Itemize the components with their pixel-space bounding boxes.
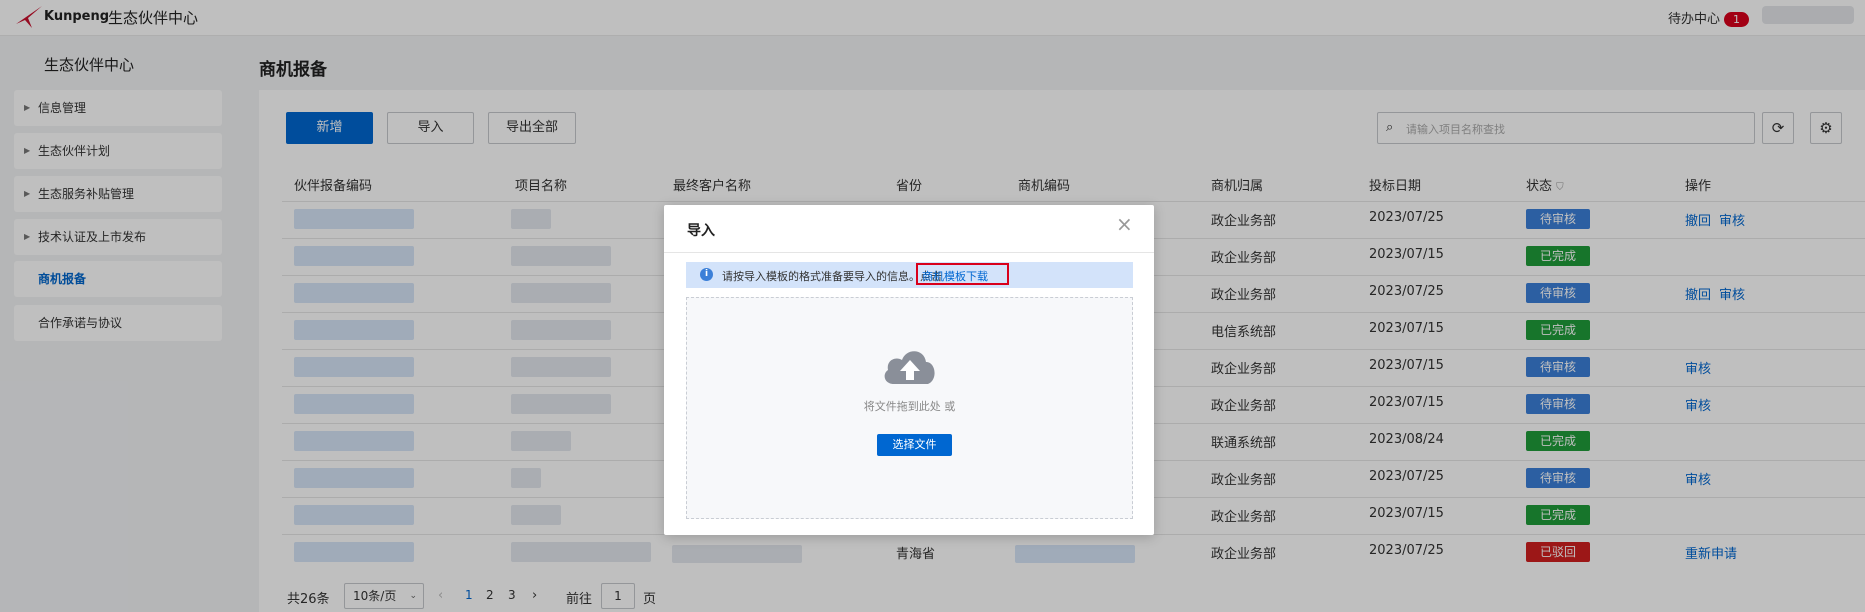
choose-file-button[interactable]: 选择文件 (877, 434, 952, 456)
tip-text: 请按导入模板的格式准备要导入的信息。点击 (722, 270, 942, 283)
cloud-upload-icon (884, 351, 935, 384)
info-icon: i (700, 268, 713, 281)
divider (664, 252, 1154, 253)
dialog-title: 导入 (687, 223, 715, 239)
close-icon[interactable]: × (1116, 212, 1133, 236)
upload-hint: 将文件拖到此处 或 (863, 400, 956, 413)
info-tip: i 请按导入模板的格式准备要导入的信息。点击 商机模板下载 (686, 262, 1133, 288)
template-download-highlight: 商机模板下载 (916, 263, 1009, 285)
upload-dropzone[interactable]: 将文件拖到此处 或 选择文件 (686, 297, 1133, 519)
import-dialog: 导入 × i 请按导入模板的格式准备要导入的信息。点击 商机模板下载 将文件拖到… (664, 205, 1154, 535)
template-download-link[interactable]: 商机模板下载 (922, 268, 988, 284)
